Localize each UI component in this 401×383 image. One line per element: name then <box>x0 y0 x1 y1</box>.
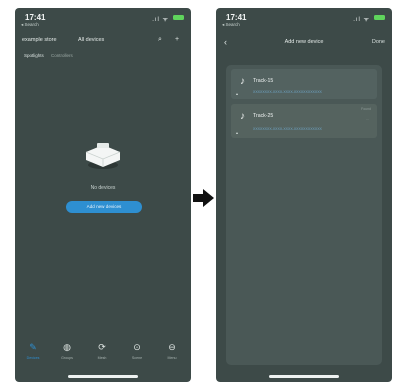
devices-header: example store All devices ⌕ + <box>15 36 191 51</box>
category-tabs: Spotlights Controllers <box>24 53 79 58</box>
plus-icon[interactable]: + <box>175 36 179 43</box>
status-time: 17:41 <box>226 13 247 22</box>
group-icon: ◍ <box>63 342 71 352</box>
device-status: Found <box>361 107 371 111</box>
page-title: Add new device <box>284 39 324 45</box>
signal-wifi-icon: .ıl ᯤ <box>353 17 370 23</box>
scene-icon: ⊙ <box>133 342 141 352</box>
phone-screen-devices: 17:41 ◂ Search .ıl ᯤ example store All d… <box>15 8 191 382</box>
status-bar: 17:41 ◂ Search .ıl ᯤ <box>15 12 191 30</box>
tabbar-mesh[interactable]: ⟳ Mesh <box>87 342 117 360</box>
home-indicator[interactable] <box>68 375 138 378</box>
tab-spotlights[interactable]: Spotlights <box>24 53 44 58</box>
add-new-devices-button[interactable]: Add new devices <box>66 201 142 213</box>
spotlight-icon: ♪ <box>240 76 245 87</box>
spotlight-icon: ♪ <box>240 111 245 122</box>
signal-dot-icon: ▴ <box>236 91 239 96</box>
menu-icon: ⊖ <box>168 342 176 352</box>
tabbar-menu[interactable]: ⊖ Menu <box>157 342 187 360</box>
list-item[interactable]: ♪ ▴ Track-25 XXXXXXXX-XXXX-XXXX-XXXXXXXX… <box>231 104 377 138</box>
battery-icon <box>374 15 385 20</box>
done-button[interactable]: Done <box>372 39 385 45</box>
home-indicator[interactable] <box>269 375 339 378</box>
tabbar-label: Groups <box>61 356 73 360</box>
tabbar-label: Scene <box>131 356 143 360</box>
device-id: XXXXXXXX-XXXX-XXXX-XXXXXXXXXXXX <box>253 127 322 131</box>
store-selector[interactable]: example store <box>22 37 57 43</box>
search-icon[interactable]: ⌕ <box>158 36 162 44</box>
tabbar-label: Mesh <box>97 356 107 360</box>
bottom-tab-bar: ✎ Devices ◍ Groups ⟳ Mesh ⊙ Scene ⊖ Menu <box>15 342 191 372</box>
empty-state-text: No devices <box>90 185 116 191</box>
tab-controllers[interactable]: Controllers <box>51 53 73 58</box>
status-bar: 17:41 ◂ Search .ıl ᯤ <box>216 12 392 30</box>
all-devices-filter[interactable]: All devices <box>78 37 104 43</box>
device-id: XXXXXXXX-XXXX-XXXX-XXXXXXXXXXXX <box>253 90 322 94</box>
device-placeholder-icon <box>85 143 121 169</box>
mesh-icon: ⟳ <box>98 342 106 352</box>
device-name: Track-15 <box>253 78 274 84</box>
device-substatus: ... <box>366 117 369 121</box>
list-item[interactable]: ♪ ▴ Track-15 XXXXXXXX-XXXX-XXXX-XXXXXXXX… <box>231 69 377 99</box>
phone-screen-add-device: 17:41 ◂ Search .ıl ᯤ ‹ Add new device Do… <box>216 8 392 382</box>
tabbar-label: Menu <box>167 356 177 360</box>
arrow-right-icon <box>193 189 214 207</box>
add-device-header: ‹ Add new device Done <box>216 37 392 51</box>
tabbar-groups[interactable]: ◍ Groups <box>52 342 82 360</box>
tabbar-label: Devices <box>26 356 40 360</box>
back-to-app-link[interactable]: ◂ Search <box>222 22 240 28</box>
tabbar-devices[interactable]: ✎ Devices <box>18 342 48 360</box>
battery-icon <box>173 15 184 20</box>
device-name: Track-25 <box>253 113 274 119</box>
device-list: ♪ ▴ Track-15 XXXXXXXX-XXXX-XXXX-XXXXXXXX… <box>226 65 382 365</box>
pencil-icon: ✎ <box>29 342 37 352</box>
signal-wifi-icon: .ıl ᯤ <box>152 17 169 23</box>
signal-dot-icon: ▴ <box>236 130 239 135</box>
back-to-app-link[interactable]: ◂ Search <box>21 22 39 28</box>
status-time: 17:41 <box>25 13 46 22</box>
tabbar-scene[interactable]: ⊙ Scene <box>122 342 152 360</box>
